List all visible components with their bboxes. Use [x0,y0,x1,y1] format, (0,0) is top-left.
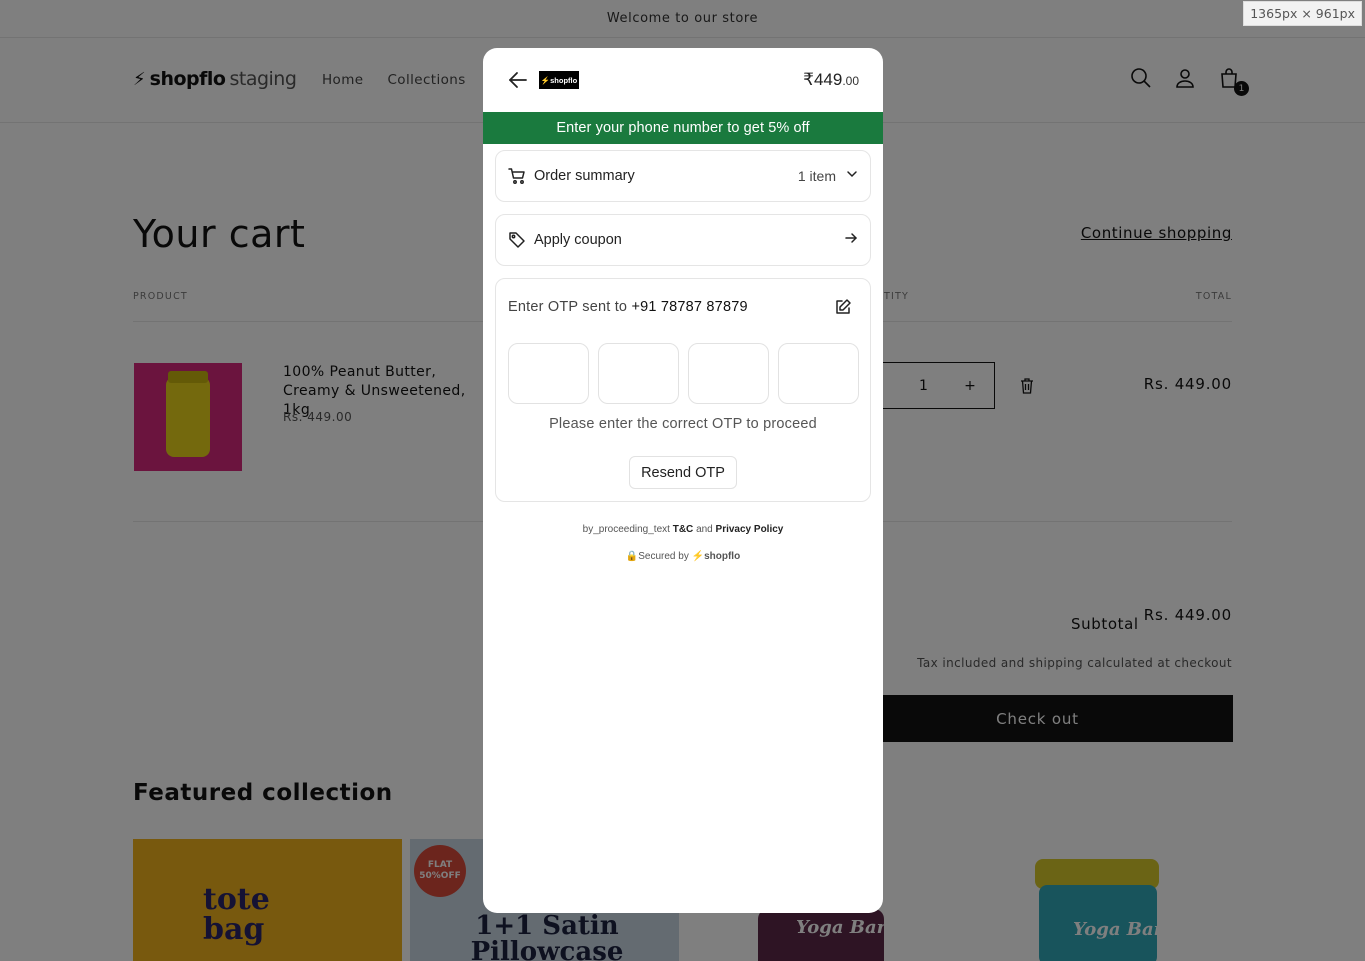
otp-digit-input[interactable] [688,343,769,404]
legal-prefix: by_proceeding_text [582,524,670,535]
legal-text: by_proceeding_text T&C and Privacy Polic… [483,524,883,535]
legal-and: and [696,524,713,535]
apply-coupon-label: Apply coupon [534,232,622,248]
apply-coupon-row[interactable]: Apply coupon [495,214,871,266]
secured-prefix: Secured by [638,551,689,562]
resend-otp-button[interactable]: Resend OTP [629,456,737,489]
secured-by: 🔒Secured by ⚡shopflo [483,551,883,562]
order-total: ₹449.00 [803,70,859,90]
chevron-down-icon [846,168,858,184]
privacy-policy-link[interactable]: Privacy Policy [716,524,784,535]
viewport-size-badge: 1365px × 961px [1243,1,1362,26]
price-decimals: .00 [842,74,859,88]
arrow-right-icon [844,231,858,249]
promo-banner: Enter your phone number to get 5% off [483,112,883,144]
edit-icon[interactable] [834,298,852,316]
promo-text: Enter your phone number to get 5% off [556,120,810,136]
order-summary-toggle[interactable]: Order summary 1 item [495,150,871,202]
modal-header: ⚡shopflo ₹449.00 [483,48,883,112]
tag-icon [508,231,526,249]
otp-phone-number: +91 78787 87879 [631,299,748,315]
otp-error-message: Please enter the correct OTP to proceed [549,416,817,432]
item-count: 1 item [797,168,836,184]
cart-icon [508,167,526,185]
otp-digit-input[interactable] [598,343,679,404]
otp-instruction: Enter OTP sent to +91 78787 87879 [508,299,748,315]
order-summary-label: Order summary [534,168,635,184]
lock-icon: 🔒 [625,551,639,562]
terms-link[interactable]: T&C [673,524,694,535]
otp-prefix: Enter OTP sent to [508,299,628,315]
otp-input-group [508,343,859,404]
otp-digit-input[interactable] [508,343,589,404]
otp-digit-input[interactable] [778,343,859,404]
checkout-modal: ⚡shopflo ₹449.00 Enter your phone number… [483,48,883,913]
secured-brand: ⚡shopflo [691,551,741,562]
back-arrow-icon[interactable] [507,69,529,91]
price-main: ₹449 [803,70,843,89]
merchant-logo: ⚡shopflo [539,71,579,89]
resend-otp-label: Resend OTP [641,464,725,481]
otp-panel: Enter OTP sent to +91 78787 87879 Please… [495,278,871,502]
